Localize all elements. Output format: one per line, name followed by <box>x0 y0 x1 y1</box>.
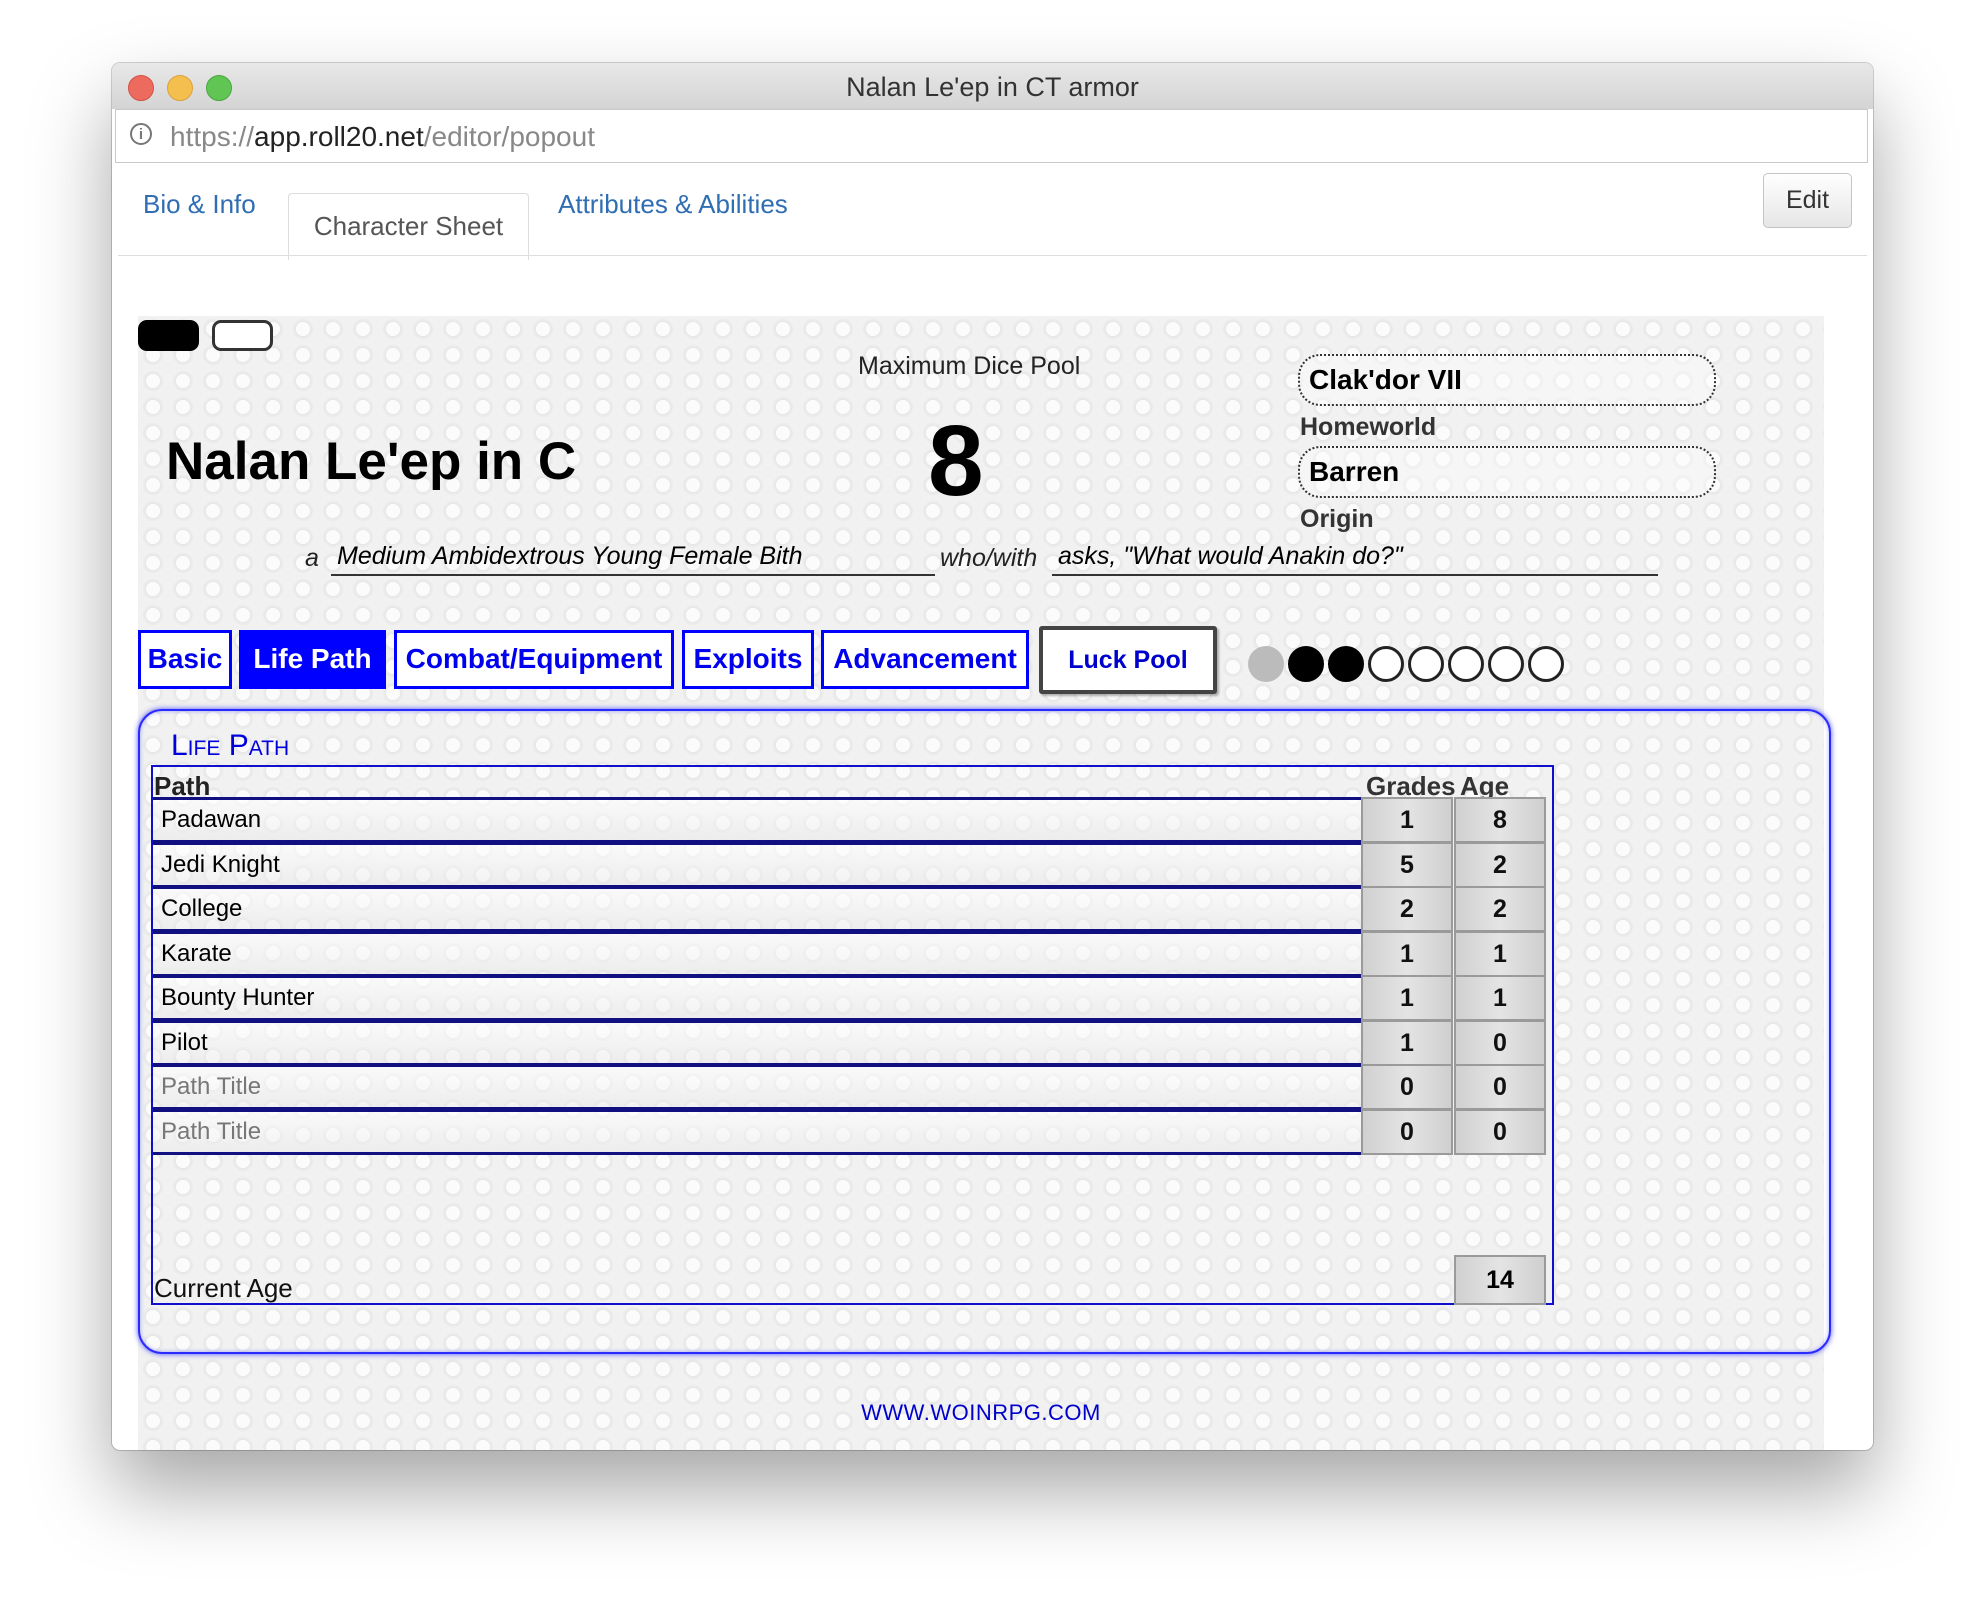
edit-button[interactable]: Edit <box>1763 173 1852 228</box>
url-path: /editor/popout <box>423 121 595 152</box>
current-age-value: 14 <box>1454 1255 1546 1305</box>
origin-field[interactable]: Barren <box>1298 446 1716 498</box>
path-age-value: 2 <box>1454 841 1546 888</box>
path-age-value: 0 <box>1454 1019 1546 1066</box>
url-scheme: https:// <box>170 121 255 152</box>
tab-character-sheet-label: Character Sheet <box>313 211 504 241</box>
browser-window: Nalan Le'ep in CT armor i https://app.ro… <box>112 63 1873 1450</box>
table-row: Bounty Hunter 1 1 <box>153 975 1552 1021</box>
path-age-value: 8 <box>1454 797 1546 843</box>
table-row: Jedi Knight 5 2 <box>153 841 1552 888</box>
table-row: Karate 1 1 <box>153 930 1552 977</box>
path-grades-input[interactable]: 5 <box>1361 841 1453 888</box>
homeworld-label: Homeworld <box>1300 413 1437 441</box>
description-article: a <box>305 544 319 572</box>
path-grades-input[interactable]: 1 <box>1361 1019 1453 1066</box>
nav-combat-equipment-button[interactable]: Combat/Equipment <box>394 630 674 689</box>
path-grades-input[interactable]: 1 <box>1361 797 1453 843</box>
path-name-input[interactable]: Karate <box>153 930 1361 977</box>
homeworld-field[interactable]: Clak'dor VII <box>1298 354 1716 406</box>
luck-pool-button[interactable]: Luck Pool <box>1039 626 1217 694</box>
path-age-value: 1 <box>1454 930 1546 977</box>
character-name[interactable]: Nalan Le'ep in C <box>166 431 576 492</box>
path-grades-input[interactable]: 2 <box>1361 886 1453 932</box>
path-age-value: 1 <box>1454 975 1546 1021</box>
table-row: Path Title 0 0 <box>153 1108 1552 1155</box>
max-dice-pool-label: Maximum Dice Pool <box>858 352 1081 380</box>
luck-point-checkbox[interactable] <box>1488 646 1524 682</box>
window-title: Nalan Le'ep in CT armor <box>846 72 1139 102</box>
path-name-input[interactable]: Padawan <box>153 797 1361 843</box>
nav-exploits-button[interactable]: Exploits <box>682 630 814 689</box>
nav-basic-button[interactable]: Basic <box>138 630 232 689</box>
info-icon[interactable]: i <box>130 123 152 145</box>
luck-point-checkbox[interactable] <box>1288 646 1324 682</box>
tab-attributes-abilities[interactable]: Attributes & Abilities <box>558 189 788 220</box>
table-row: Pilot 1 0 <box>153 1019 1552 1066</box>
path-grades-input[interactable]: 0 <box>1361 1064 1453 1110</box>
path-grades-input[interactable]: 1 <box>1361 975 1453 1021</box>
url-text[interactable]: https://app.roll20.net/editor/popout <box>170 121 595 153</box>
path-name-input[interactable]: Bounty Hunter <box>153 975 1361 1021</box>
current-age-label: Current Age <box>154 1273 293 1303</box>
tab-character-sheet[interactable]: Character Sheet <box>288 193 529 260</box>
path-age-value: 0 <box>1454 1108 1546 1155</box>
path-name-input[interactable]: Pilot <box>153 1019 1361 1066</box>
life-path-title: Life Path <box>171 729 290 762</box>
table-row: Path Title 0 0 <box>153 1064 1552 1110</box>
life-path-panel: Life Path Path Grades Age Padawan 1 8 Jedi … <box>138 709 1831 1354</box>
path-age-value: 2 <box>1454 886 1546 932</box>
luck-point-checkbox[interactable] <box>1408 646 1444 682</box>
origin-label: Origin <box>1300 505 1374 533</box>
who-with-label: who/with <box>940 544 1038 572</box>
table-row: Padawan 1 8 <box>153 797 1552 843</box>
address-bar[interactable]: i https://app.roll20.net/editor/popout <box>115 109 1868 163</box>
path-name-input[interactable]: Jedi Knight <box>153 841 1361 888</box>
nav-advancement-button[interactable]: Advancement <box>821 630 1029 689</box>
table-row: College 2 2 <box>153 886 1552 932</box>
luck-point-checkbox[interactable] <box>1248 646 1284 682</box>
luck-point-checkbox[interactable] <box>1328 646 1364 682</box>
nav-life-path-button[interactable]: Life Path <box>239 630 386 689</box>
path-name-input[interactable]: Path Title <box>153 1064 1361 1110</box>
life-path-table: Path Grades Age Padawan 1 8 Jedi Knight 5 2 Co… <box>151 765 1554 1305</box>
title-bar: Nalan Le'ep in CT armor <box>112 63 1873 109</box>
path-name-input[interactable]: College <box>153 886 1361 932</box>
path-grades-input[interactable]: 0 <box>1361 1108 1453 1155</box>
path-name-input[interactable]: Path Title <box>153 1108 1361 1155</box>
luck-point-checkbox[interactable] <box>1448 646 1484 682</box>
light-theme-toggle[interactable] <box>212 320 273 351</box>
path-grades-input[interactable]: 1 <box>1361 930 1453 977</box>
woin-website-link[interactable]: WWW.WOINRPG.COM <box>138 1400 1824 1426</box>
path-age-value: 0 <box>1454 1064 1546 1110</box>
tab-bio-info[interactable]: Bio & Info <box>143 189 256 220</box>
url-host: app.roll20.net <box>254 121 424 152</box>
tabs-divider <box>118 255 1867 256</box>
quote-field[interactable]: asks, "What would Anakin do?" <box>1052 542 1658 576</box>
description-field[interactable]: Medium Ambidextrous Young Female Bith <box>331 542 935 576</box>
max-dice-pool-value: 8 <box>928 405 984 517</box>
luck-point-checkbox[interactable] <box>1368 646 1404 682</box>
dark-theme-toggle[interactable] <box>138 320 199 351</box>
character-sheet: Nalan Le'ep in C Maximum Dice Pool 8 Cla… <box>138 316 1831 1450</box>
luck-point-checkbox[interactable] <box>1528 646 1564 682</box>
